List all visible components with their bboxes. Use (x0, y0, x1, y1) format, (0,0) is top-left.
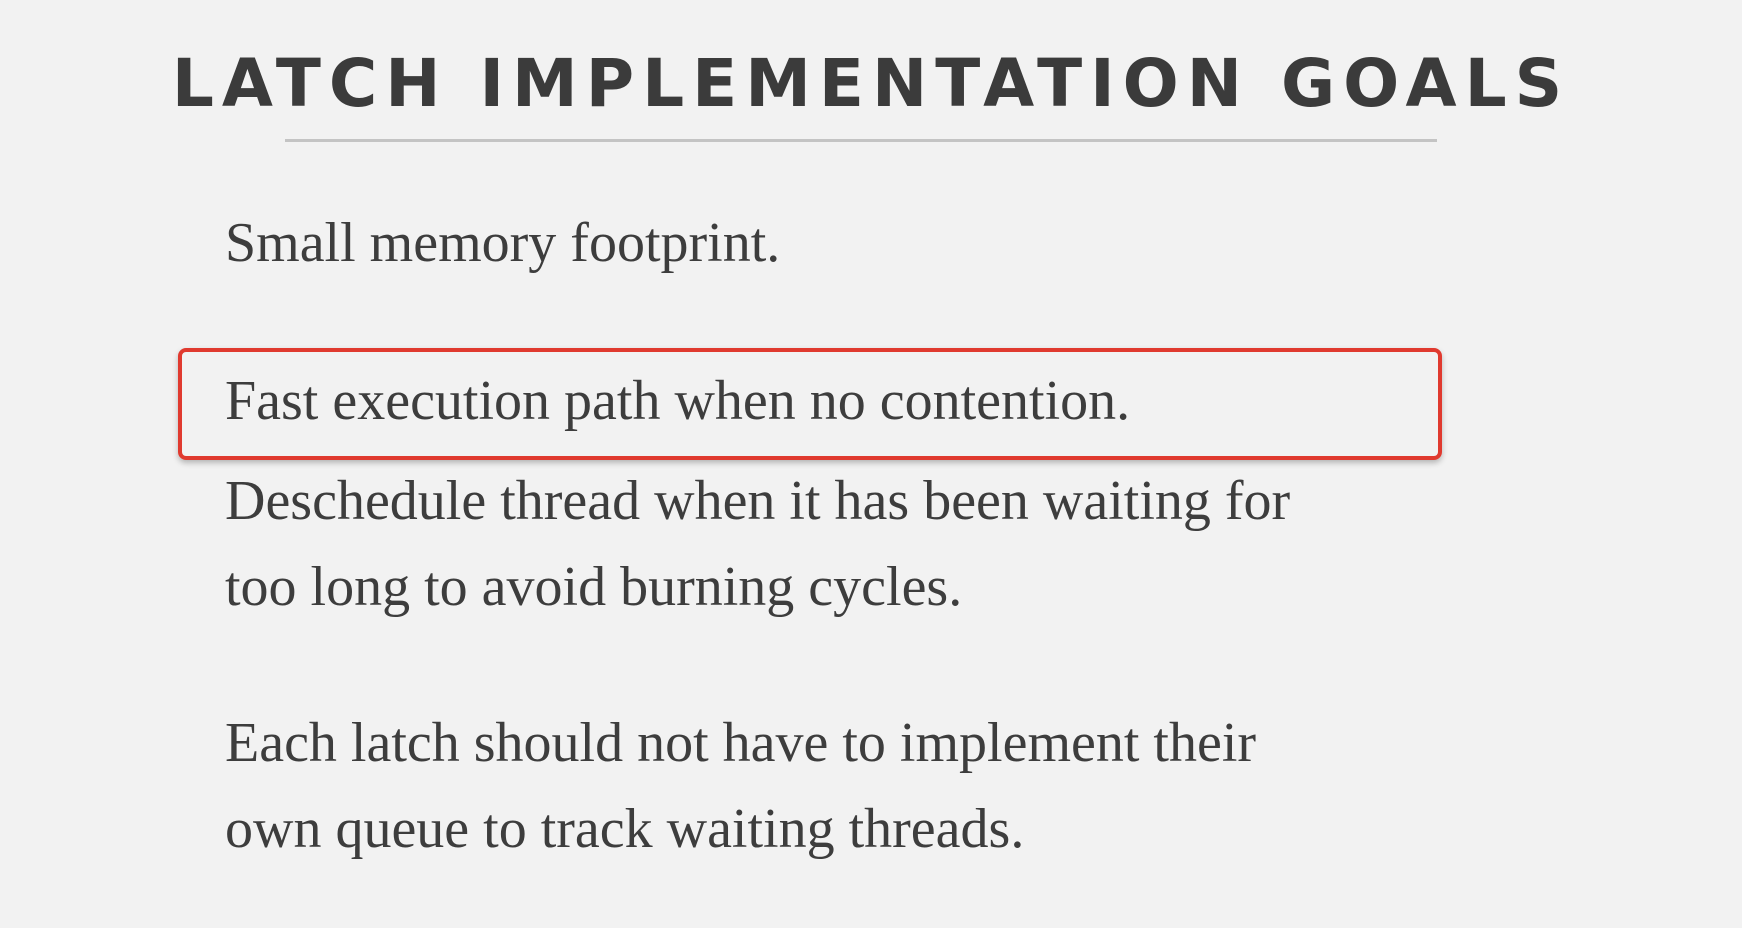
goal-item-deschedule-thread: Deschedule thread when it has been waiti… (225, 458, 1455, 630)
goal-text-line-2: too long to avoid burning cycles. (225, 556, 963, 618)
goal-text-line-2: own queue to track waiting threads. (225, 798, 1025, 860)
highlight-box (178, 348, 1442, 460)
goal-item-memory-footprint: Small memory footprint. (225, 200, 1455, 286)
goal-text: Small memory footprint. (225, 212, 781, 274)
title-divider (285, 139, 1437, 142)
goal-text-line-1: Deschedule thread when it has been waiti… (225, 470, 1291, 532)
goal-text-line-1: Each latch should not have to implement … (225, 712, 1257, 774)
goal-item-own-queue: Each latch should not have to implement … (225, 700, 1455, 872)
slide-title: LATCH IMPLEMENTATION GOALS (171, 45, 1571, 122)
